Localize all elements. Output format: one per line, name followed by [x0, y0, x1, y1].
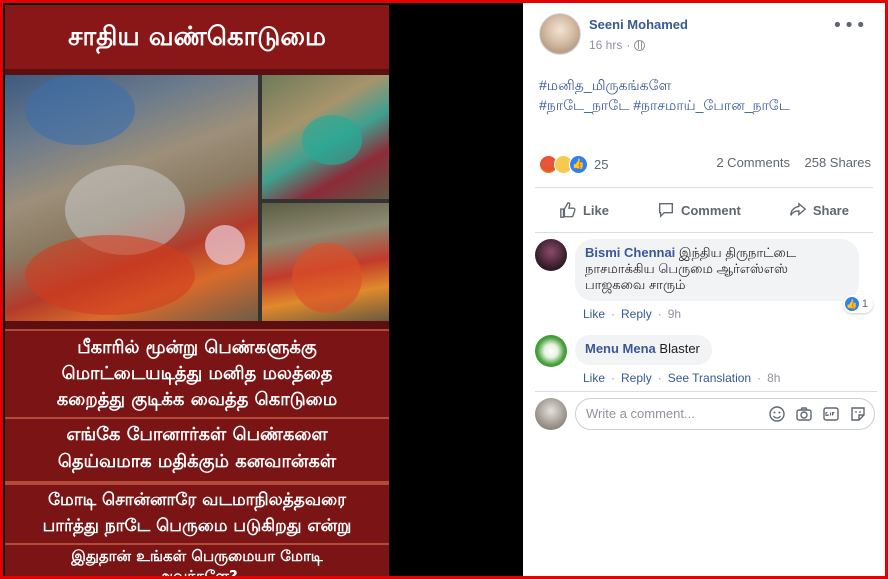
poster-text-line: பீகாரில் மூன்று பெண்களுக்கு [77, 337, 317, 358]
poster-text-block-4: இதுதான் உங்கள் பெருமையா மோடி அவர்களே? [5, 543, 389, 576]
photo-figure [25, 75, 135, 145]
comment-reply-link[interactable]: Reply [621, 307, 652, 321]
post-panel: Seeni Mohamed 16 hrs · ••• #மனித_மிருகங்… [523, 3, 885, 576]
reactions-count: 25 [594, 157, 609, 172]
poster-text-line: தெய்வமாக மதிக்கும் கனவான்கள் [57, 451, 337, 472]
globe-icon[interactable] [634, 39, 646, 51]
post-image-panel[interactable]: சாதிய வண்கொடுமை பீகாரில் மூன்று பெண்களுக… [3, 3, 523, 576]
poster-text-line: பார்த்து நாடே பெருமை படுகிறது என்று [42, 516, 352, 536]
commenter-avatar[interactable] [535, 335, 567, 367]
comments-section: Bismi Chennai இந்திய திருநாட்டை நாசமாக்க… [535, 233, 873, 385]
share-arrow-icon [789, 202, 807, 216]
post-meta: 16 hrs · [589, 38, 646, 52]
comment-likes-number: 1 [861, 298, 868, 310]
poster-text-line: இதுதான் உங்கள் பெருமையா மோடி [71, 547, 323, 565]
post-header: Seeni Mohamed 16 hrs · ••• [539, 13, 875, 57]
share-label: Share [812, 202, 849, 218]
comment-bubble: Menu Mena Blaster [575, 335, 712, 365]
author-avatar[interactable] [539, 13, 581, 55]
photo-figure [25, 235, 195, 315]
comment-text: Blaster [659, 341, 700, 356]
reactions-summary[interactable]: 👍 25 [539, 155, 608, 174]
like-button[interactable]: Like [559, 201, 609, 219]
comment-actions: Like · Reply · 9h [583, 307, 873, 321]
comment-actions: Like · Reply · See Translation · 8h [583, 371, 873, 385]
poster-text-line: எங்கே போனார்கள் பெண்களை [66, 424, 328, 445]
poster-text-line: அவர்களே? [156, 567, 238, 576]
separator: · [757, 371, 762, 385]
author-name-link[interactable]: Seeni Mohamed [589, 17, 688, 32]
camera-icon[interactable] [795, 405, 813, 423]
comment-bubble: Bismi Chennai இந்திய திருநாட்டை நாசமாக்க… [575, 239, 873, 313]
gif-icon[interactable] [822, 405, 840, 423]
current-user-avatar[interactable] [535, 398, 567, 430]
poster-text-line: கறைத்து குடிக்க வைத்த கொடுமை [56, 389, 338, 410]
comment-button[interactable]: Comment [657, 201, 741, 219]
poster-text-block-2: எங்கே போனார்கள் பெண்களை தெய்வமாக மதிக்கு… [5, 417, 389, 483]
comment-timestamp[interactable]: 9h [668, 307, 681, 321]
post-timestamp[interactable]: 16 hrs [589, 38, 622, 52]
see-translation-link[interactable]: See Translation [668, 371, 751, 385]
comment-item: Menu Mena Blaster Like · Reply · See Tra… [535, 335, 873, 385]
composer-icons [768, 405, 867, 423]
poster-text-block-1: பீகாரில் மூன்று பெண்களுக்கு மொட்டையடித்த… [5, 329, 389, 419]
photo-collage [5, 75, 389, 321]
comment-like-count[interactable]: 👍 1 [842, 295, 873, 313]
poster-text-block-3: மோடி சொன்னாரே வடமாநிலத்தவரை பார்த்து நாட… [5, 483, 389, 545]
emoji-icon[interactable] [768, 405, 786, 423]
poster-image: சாதிய வண்கொடுமை பீகாரில் மூன்று பெண்களுக… [5, 5, 389, 576]
comment-composer: Write a comment... [535, 391, 877, 434]
like-label: Like [582, 202, 609, 218]
photo-figure [302, 115, 362, 165]
separator: · [657, 371, 662, 385]
comment-label: Comment [680, 202, 741, 218]
commenter-name-link[interactable]: Menu Mena [585, 341, 656, 356]
comment-like-link[interactable]: Like [583, 307, 605, 321]
photo-figure [292, 243, 362, 313]
commenter-name-link[interactable]: Bismi Chennai [585, 245, 675, 260]
comments-count-link[interactable]: 2 Comments [716, 155, 790, 170]
more-options-icon[interactable]: ••• [832, 15, 867, 36]
action-bar: Like Comment Share [535, 187, 873, 233]
screenshot-frame: சாதிய வண்கொடுமை பீகாரில் மூன்று பெண்களுக… [3, 3, 885, 576]
poster-text-line: மோடி சொன்னாரே வடமாநிலத்தவரை [47, 490, 347, 510]
share-button[interactable]: Share [789, 201, 849, 219]
hashtag-line[interactable]: #மனித_மிருகங்களே [539, 75, 875, 95]
comment-bubble-icon [658, 203, 673, 218]
like-reaction-icon: 👍 [844, 297, 859, 311]
shares-count-link[interactable]: 258 Shares [805, 155, 872, 170]
comment-item: Bismi Chennai இந்திய திருநாட்டை நாசமாக்க… [535, 239, 873, 321]
photo-bottom-right [262, 203, 389, 321]
sticker-icon[interactable] [849, 405, 867, 423]
hashtag-line[interactable]: #நாடே_நாடே #நாசமாய்_போன_நாடே [539, 95, 875, 115]
poster-title: சாதிய வண்கொடுமை [5, 5, 389, 69]
like-reaction-icon: 👍 [569, 155, 588, 174]
separator: · [611, 307, 616, 321]
post-text: #மனித_மிருகங்களே #நாடே_நாடே #நாசமாய்_போன… [539, 75, 875, 115]
photo-main [5, 75, 258, 321]
comment-like-link[interactable]: Like [583, 371, 605, 385]
separator: · [611, 371, 616, 385]
comment-reply-link[interactable]: Reply [621, 371, 652, 385]
comment-timestamp[interactable]: 8h [767, 371, 780, 385]
post-stats: 👍 25 2 Comments 258 Shares [539, 155, 871, 177]
thumbs-up-icon [560, 202, 576, 218]
commenter-avatar[interactable] [535, 239, 567, 271]
poster-text-line: மொட்டையடித்து மனித மலத்தை [61, 363, 333, 384]
comment-share-counts: 2 Comments 258 Shares [716, 155, 871, 170]
photo-top-right [262, 75, 389, 199]
photo-figure [205, 225, 245, 265]
separator: · [657, 307, 662, 321]
